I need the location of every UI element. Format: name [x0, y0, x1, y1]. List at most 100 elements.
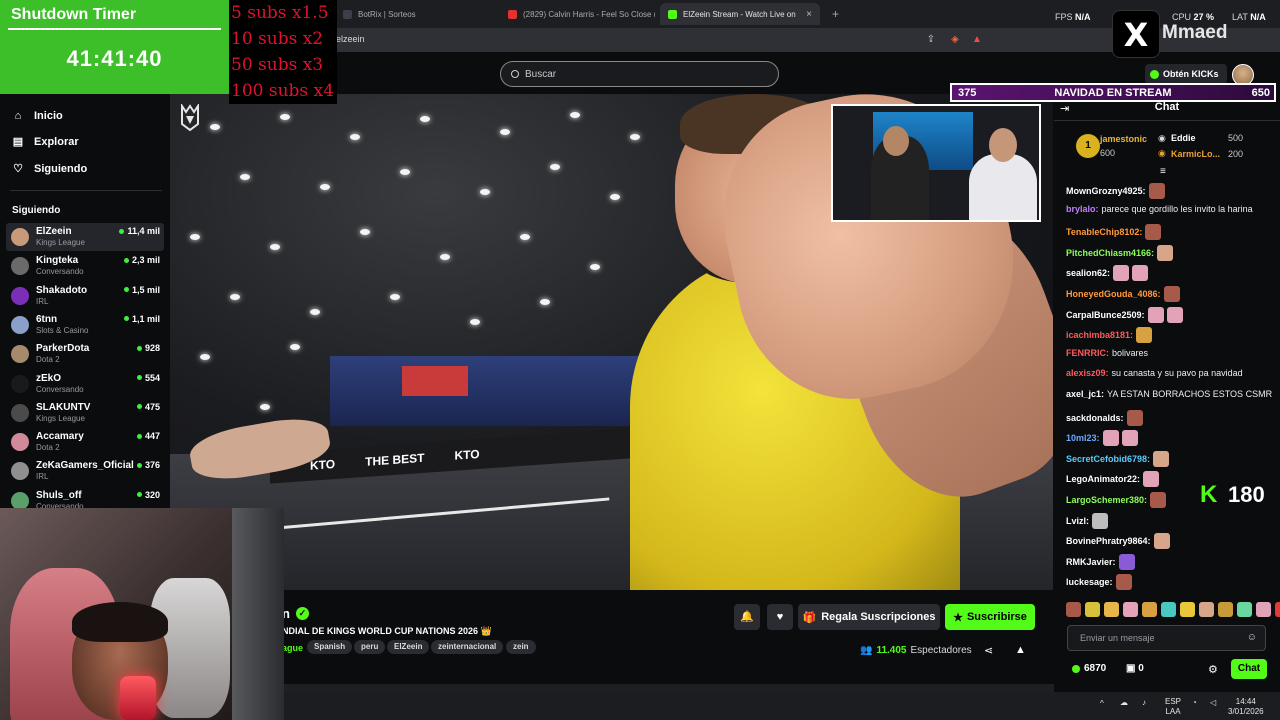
url-text[interactable]: elzeein — [336, 34, 365, 44]
chat-message[interactable]: axel_jc1: YA ESTAN BORRACHOS ESTOS CSMR — [1066, 389, 1272, 399]
gift-count[interactable]: ▣ 0 — [1126, 663, 1144, 674]
wifi-icon[interactable]: ◔ — [1192, 698, 1197, 708]
chat-message[interactable]: TenableChip8102: — [1066, 224, 1162, 241]
channel-points[interactable]: 6870 — [1072, 663, 1106, 674]
volume-icon[interactable]: ◁ — [1210, 698, 1216, 708]
emote-icon[interactable] — [1218, 602, 1233, 617]
emote-icon[interactable] — [1237, 602, 1252, 617]
chat-message[interactable]: sackdonalds: — [1066, 409, 1143, 426]
mic-tray-icon[interactable]: ♪ — [1142, 698, 1146, 708]
subscribe-button[interactable]: ★ Suscribirse — [945, 604, 1035, 630]
stream-tag[interactable]: Spanish — [307, 640, 353, 654]
tray-expand-icon[interactable]: ^ — [1100, 699, 1104, 709]
chat-username[interactable]: sackdonalds: — [1066, 413, 1124, 423]
chat-message[interactable]: sealion62: — [1066, 265, 1149, 282]
browser-tab-youtube[interactable]: (2829) Calvin Harris - Feel So Close ( — [500, 3, 655, 25]
streamer-name[interactable]: n ✓ — [282, 606, 309, 621]
chat-username[interactable]: SecretCefobid6798: — [1066, 454, 1150, 464]
sidebar-item-browse[interactable]: ▤ Explorar — [12, 133, 79, 151]
system-clock[interactable]: 14:44 3/01/2026 — [1228, 697, 1264, 717]
chat-message[interactable]: MownGrozny4925: — [1066, 183, 1165, 199]
chat-message[interactable]: Lvizl: — [1066, 512, 1109, 529]
emote-icon[interactable] — [1161, 602, 1176, 617]
followed-channel-row[interactable]: Kingteka Conversando 2,3 mil — [6, 252, 164, 280]
stream-tag[interactable]: zeinternacional — [431, 640, 504, 654]
chat-username[interactable]: RMKJavier: — [1066, 557, 1116, 567]
chat-username[interactable]: luckesage: — [1066, 577, 1113, 587]
share-icon[interactable]: ⇪ — [924, 33, 938, 47]
chat-username[interactable]: brylalo: — [1066, 204, 1099, 214]
emote-icon[interactable] — [1180, 602, 1195, 617]
send-chat-button[interactable]: Chat — [1231, 659, 1267, 679]
chat-username[interactable]: CarpalBunce2509: — [1066, 310, 1145, 320]
chat-message[interactable]: LegoAnimator22: — [1066, 471, 1160, 488]
chat-username[interactable]: icachimba8181: — [1066, 330, 1133, 340]
followed-channel-row[interactable]: ElZeein Kings League 11,4 mil — [6, 223, 164, 251]
chat-username[interactable]: HoneyedGouda_4086: — [1066, 289, 1161, 299]
chat-message[interactable]: 10ml23: — [1066, 430, 1138, 447]
brave-shield-icon[interactable]: ◈ — [948, 33, 962, 47]
stream-category-link[interactable]: ague — [282, 643, 303, 653]
chat-message-input[interactable]: Enviar un mensaje ☺ — [1067, 625, 1266, 651]
chat-message[interactable]: icachimba8181: — [1066, 327, 1153, 344]
leaderboard-name[interactable]: KarmicLo... — [1171, 149, 1220, 159]
stream-tag[interactable]: ElZeein — [387, 640, 430, 654]
browser-tab-kick[interactable]: ElZeein Stream - Watch Live on × — [660, 3, 820, 25]
followed-channel-row[interactable]: ParkerDota Dota 2 928 — [6, 340, 164, 368]
emote-icon[interactable] — [1275, 602, 1280, 617]
chat-username[interactable]: LargoSchemer380: — [1066, 495, 1147, 505]
emote-icon[interactable] — [1256, 602, 1271, 617]
chat-username[interactable]: alexisz09: — [1066, 368, 1109, 378]
keyboard-language[interactable]: ESP LAA — [1165, 697, 1181, 717]
search-input[interactable]: Buscar — [500, 61, 779, 87]
stream-tag[interactable]: peru — [354, 640, 386, 654]
chat-message[interactable]: SecretCefobid6798: — [1066, 450, 1170, 467]
emote-icon[interactable] — [1104, 602, 1119, 617]
chat-message[interactable]: LargoSchemer380: — [1066, 492, 1167, 508]
chat-settings-icon[interactable]: ⚙ — [1208, 663, 1218, 676]
chat-message[interactable]: RMKJavier: — [1066, 553, 1135, 570]
followed-channel-row[interactable]: SLAKUNTV Kings League 475 — [6, 399, 164, 427]
chat-message[interactable]: luckesage: — [1066, 574, 1132, 591]
stream-tag[interactable]: zein — [506, 640, 536, 654]
followed-channel-row[interactable]: Accamary Dota 2 447 — [6, 428, 164, 456]
chat-username[interactable]: PitchedChiasm4166: — [1066, 248, 1154, 258]
chat-message[interactable]: BovinePhratry9864: — [1066, 533, 1170, 550]
chat-message[interactable]: HoneyedGouda_4086: — [1066, 286, 1180, 302]
emote-icon[interactable] — [1123, 602, 1138, 617]
chat-message[interactable]: PitchedChiasm4166: — [1066, 244, 1174, 261]
cloud-icon[interactable]: ☁ — [1120, 698, 1128, 708]
notification-bell-button[interactable]: 🔔 — [734, 604, 760, 630]
close-tab-icon[interactable]: × — [806, 9, 812, 20]
chat-username[interactable]: FENRRIC: — [1066, 348, 1109, 358]
emote-icon[interactable] — [1066, 602, 1081, 617]
followed-channel-row[interactable]: zEkO Conversando 554 — [6, 370, 164, 398]
expand-leaderboard-icon[interactable]: ≡ — [1160, 166, 1166, 177]
followed-channel-row[interactable]: ZeKaGamers_Oficial IRL 376 — [6, 457, 164, 485]
followed-channel-row[interactable]: Shakadoto IRL 1,5 mil — [6, 282, 164, 310]
chat-username[interactable]: MownGrozny4925: — [1066, 186, 1146, 196]
follow-heart-button[interactable]: ♥ — [767, 604, 793, 630]
chat-message[interactable]: brylalo: parece que gordillo les invito l… — [1066, 204, 1253, 214]
gift-subs-button[interactable]: 🎁 Regala Suscripciones — [798, 604, 940, 630]
chat-username[interactable]: Lvizl: — [1066, 516, 1089, 526]
followed-channel-row[interactable]: 6tnn Slots & Casino 1,1 mil — [6, 311, 164, 339]
chat-message[interactable]: CarpalBunce2509: — [1066, 306, 1183, 323]
chat-message[interactable]: alexisz09: su canasta y su pavo pa navida… — [1066, 368, 1243, 378]
chat-message[interactable]: FENRRIC: bolivares — [1066, 348, 1148, 358]
emote-icon[interactable] — [1142, 602, 1157, 617]
brave-rewards-icon[interactable]: ▲ — [970, 33, 984, 47]
emote-icon[interactable] — [1085, 602, 1100, 617]
sidebar-item-home[interactable]: ⌂ Inicio — [12, 107, 63, 125]
new-tab-button[interactable]: + — [824, 3, 844, 25]
chat-username[interactable]: 10ml23: — [1066, 433, 1100, 443]
leaderboard-name[interactable]: jamestonic — [1100, 134, 1147, 144]
browser-tab-botrix[interactable]: BotRix | Sorteos — [335, 3, 495, 25]
emoji-picker-icon[interactable]: ☺ — [1247, 632, 1257, 643]
chat-username[interactable]: TenableChip8102: — [1066, 227, 1142, 237]
chat-username[interactable]: LegoAnimator22: — [1066, 474, 1140, 484]
leaderboard-name[interactable]: Eddie — [1171, 133, 1196, 143]
share-icon[interactable]: ⋖ — [984, 644, 993, 657]
emote-icon[interactable] — [1199, 602, 1214, 617]
sidebar-item-following[interactable]: ♡ Siguiendo — [12, 160, 87, 178]
